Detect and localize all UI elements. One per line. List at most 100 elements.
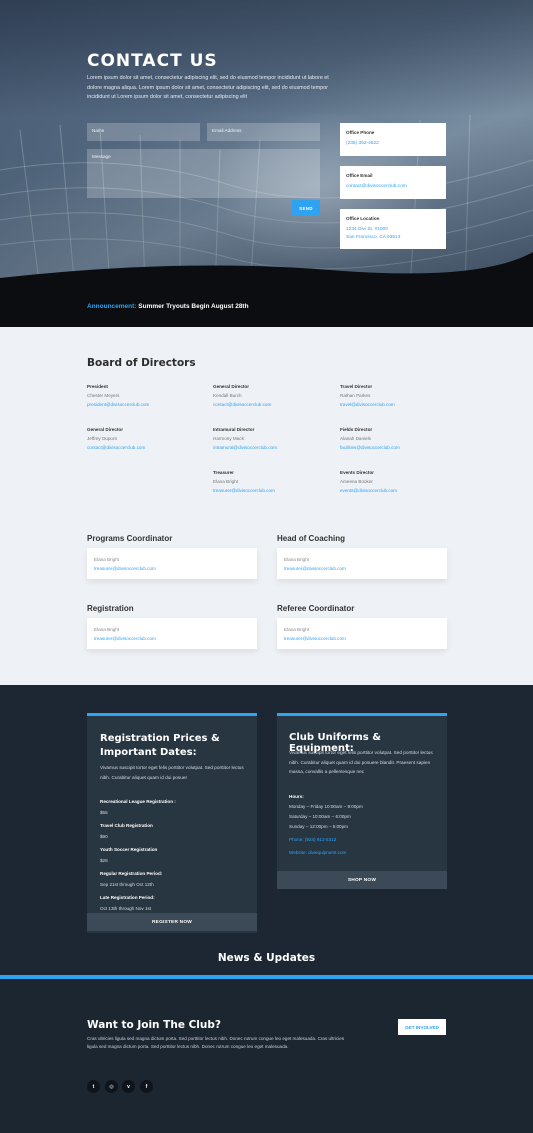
member-role: General Director — [213, 384, 249, 389]
price-label: Regular Registration Period: — [100, 871, 163, 876]
office-email-title: Office Email — [346, 173, 373, 178]
coordinator-title: Referee Coordinator — [277, 604, 355, 613]
coordinator-title: Registration — [87, 604, 134, 613]
member-role: Intramural Director — [213, 427, 255, 432]
member-name: Alanah Daniels — [340, 436, 371, 441]
registration-title-line2: Important Dates: — [100, 747, 197, 758]
member-role: Events Director — [340, 470, 374, 475]
member-role: Travel Director — [340, 384, 373, 389]
member-email[interactable]: contact@divisoccerclub.com — [87, 445, 197, 450]
send-button[interactable]: SEND — [292, 200, 320, 216]
coordinator-card: Elana Bright treasurer@divisoccerclub.co… — [277, 548, 447, 579]
price-value: $55 — [100, 810, 108, 815]
member-name: Ameena Booker — [340, 479, 373, 484]
price-item: Regular Registration Period: Sep 21st th… — [100, 871, 162, 887]
coordinator-email[interactable]: treasurer@divisoccerclub.com — [284, 566, 440, 571]
facebook-icon[interactable]: f — [140, 1080, 153, 1093]
board-member: Treasurer Elana Bright treasurer@divisoc… — [213, 470, 323, 493]
uniforms-website[interactable]: Website: diviequipment.com — [289, 850, 346, 855]
price-value: $90 — [100, 834, 108, 839]
member-name: Elana Bright — [213, 479, 239, 484]
instagram-icon[interactable]: ◎ — [105, 1080, 118, 1093]
coordinator-card: Elana Bright treasurer@divisoccerclub.co… — [87, 548, 257, 579]
board-member: President Chester Meyers president@divis… — [87, 384, 197, 407]
uniforms-phone[interactable]: Phone: (924) 912-5312 — [289, 837, 336, 842]
board-section: Board of Directors President Chester Mey… — [0, 327, 533, 685]
coordinator-name: Elana Bright — [284, 557, 310, 562]
vimeo-icon[interactable]: v — [122, 1080, 135, 1093]
email-input[interactable]: Email Address — [207, 123, 320, 141]
coordinator-name: Elana Bright — [94, 557, 120, 562]
board-member: Travel Director Rathan Parkes travel@div… — [340, 384, 450, 407]
announcement-bar: Announcement: Summer Tryouts Begin Augus… — [0, 287, 533, 327]
hero-description: Lorem ipsum dolor sit amet, consectetur … — [87, 75, 329, 101]
board-title: Board of Directors — [87, 357, 196, 369]
price-value: Oct 13th through Nov 1st — [100, 906, 152, 911]
coordinator-email[interactable]: treasurer@divisoccerclub.com — [94, 566, 250, 571]
hours-label: Hours: — [289, 794, 304, 799]
registration-text: Vivamus suscipit tortor eget felis portt… — [100, 765, 244, 780]
board-member: General Director Jeffrey Dupont contact@… — [87, 427, 197, 450]
hero-bottom-swoosh — [0, 252, 533, 290]
announcement-text: Announcement: Summer Tryouts Begin Augus… — [87, 303, 249, 310]
member-name: Chester Meyers — [87, 393, 120, 398]
price-label: Youth Soccer Registration — [100, 847, 158, 852]
office-phone-title: Office Phone — [346, 130, 375, 135]
name-input[interactable]: Name — [87, 123, 200, 141]
member-email[interactable]: president@divisoccerclub.com — [87, 402, 197, 407]
coordinator-title: Head of Coaching — [277, 534, 346, 543]
price-item: Recreational League Registration : $55 — [100, 799, 176, 815]
coordinator-name: Elana Bright — [94, 627, 120, 632]
member-role: General Director — [87, 427, 123, 432]
coordinator-email[interactable]: treasurer@divisoccerclub.com — [94, 636, 250, 641]
prices-section: Registration Prices & Important Dates: V… — [0, 685, 533, 977]
uniforms-panel: Club Uniforms & Equipment: Vivamus susci… — [277, 713, 447, 871]
member-email[interactable]: contact@divisoccerclub.com — [213, 402, 323, 407]
member-role: President — [87, 384, 108, 389]
member-email[interactable]: facilities@divisoccerclub.com — [340, 445, 450, 450]
office-location-line1: 1234 Divi St. #1000 — [346, 227, 388, 232]
coordinator-card: Elana Bright treasurer@divisoccerclub.co… — [277, 618, 447, 649]
office-location-box: Office Location 1234 Divi St. #1000 San … — [340, 209, 446, 249]
registration-title: Registration Prices & Important Dates: — [100, 732, 220, 760]
office-email-box: Office Email contact@divisoccerclub.com — [340, 166, 446, 199]
office-phone-value[interactable]: (235) 352-4622 — [346, 140, 440, 148]
price-value: Sep 21st through Oct 12th — [100, 882, 154, 887]
member-name: Jeffrey Dupont — [87, 436, 117, 441]
hours-line: Saturday – 10:00am – 6:00pm — [289, 814, 351, 819]
board-member: Events Director Ameena Booker events@div… — [340, 470, 450, 493]
member-role: Treasurer — [213, 470, 234, 475]
get-involved-button[interactable]: GET INVOLVED — [398, 1019, 446, 1035]
shop-now-button[interactable]: SHOP NOW — [277, 871, 447, 889]
member-email[interactable]: intramural@divisoccerclub.com — [213, 445, 323, 450]
price-label: Late Registration Period: — [100, 895, 155, 900]
member-email[interactable]: travel@divisoccerclub.com — [340, 402, 450, 407]
message-textarea[interactable]: Message — [87, 149, 320, 198]
contact-hero: CONTACT US Lorem ipsum dolor sit amet, c… — [0, 0, 533, 290]
board-member: Intramural Director Harmony Mack intramu… — [213, 427, 323, 450]
page-title: CONTACT US — [87, 51, 218, 71]
hours-line: Monday – Friday 10:00am – 9:00pm — [289, 804, 363, 809]
registration-title-line1: Registration Prices & — [100, 733, 220, 744]
price-label: Travel Club Registration — [100, 823, 153, 828]
office-email-value[interactable]: contact@divisoccerclub.com — [346, 183, 440, 191]
member-role: Fields Director — [340, 427, 373, 432]
join-text: Cras ultricies ligula sed magna dictum p… — [87, 1036, 345, 1049]
price-value: $28 — [100, 858, 108, 863]
office-phone-box: Office Phone (235) 352-4622 — [340, 123, 446, 156]
join-title: Want to Join The Club? — [87, 1019, 221, 1031]
price-label: Recreational League Registration : — [100, 799, 176, 804]
registration-panel: Registration Prices & Important Dates: V… — [87, 713, 257, 933]
announcement-label: Announcement: — [87, 303, 137, 310]
board-member: General Director Kendall Burch contact@d… — [213, 384, 323, 407]
announcement-message: Summer Tryouts Begin August 28th — [138, 303, 249, 310]
register-now-button[interactable]: REGISTER NOW — [87, 913, 257, 931]
member-email[interactable]: treasurer@divisoccerclub.com — [213, 488, 323, 493]
price-item: Late Registration Period: Oct 13th throu… — [100, 895, 155, 911]
uniforms-text: Vivamus suscipit tortor eget felis portt… — [289, 750, 433, 774]
twitter-icon[interactable]: t — [87, 1080, 100, 1093]
member-email[interactable]: events@divisoccerclub.com — [340, 488, 450, 493]
price-item: Youth Soccer Registration $28 — [100, 847, 157, 863]
coordinator-title: Programs Coordinator — [87, 534, 173, 543]
coordinator-email[interactable]: treasurer@divisoccerclub.com — [284, 636, 440, 641]
